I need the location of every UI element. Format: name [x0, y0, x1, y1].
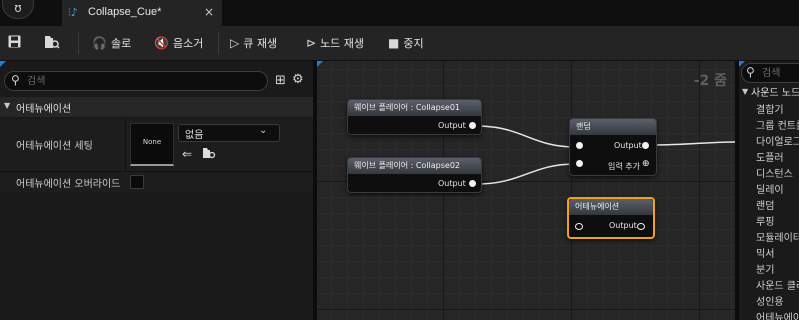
asset-thumbnail[interactable]: None	[130, 123, 174, 166]
browse-asset-icon[interactable]	[202, 147, 216, 162]
add-input-label[interactable]: 입력 추가	[608, 161, 640, 172]
details-panel: ⚲ ⊞ ⚙ ▼ 어테뉴에이션 어테뉴에이션 세팅 None 없음 ⌄ ⇐ 어테뉴…	[0, 61, 313, 320]
panel-corner-marker	[0, 61, 6, 67]
toolbar-divider	[218, 32, 219, 54]
toolbar: 🎧 솔로 🔇 음소거 ▷ 큐 재생 ⊳ 노드 재생 ■ 중지	[0, 26, 799, 61]
property-row-attenuation-override: 어테뉴에이션 오버라이드	[0, 172, 313, 192]
palette-item[interactable]: 분기	[756, 261, 774, 276]
wave-player-node-2[interactable]: 웨이브 플레이어 : Collapse02 Output	[347, 157, 482, 193]
palette-item[interactable]: 루핑	[756, 213, 774, 228]
palette-item[interactable]: 그룹 컨트롤	[756, 117, 799, 132]
palette-item[interactable]: 결합기	[756, 101, 784, 116]
palette-item[interactable]: 디스턴스	[756, 165, 793, 180]
play-node-label: 노드 재생	[320, 37, 365, 50]
pin-label: Output	[609, 221, 637, 230]
thumbnail-label: None	[142, 138, 162, 146]
save-button[interactable]	[8, 34, 25, 52]
title-bar: ʊ ⫶♪ Collapse_Cue* ×	[0, 0, 799, 26]
palette-item[interactable]: 믹서	[756, 245, 774, 260]
output-pin[interactable]	[469, 180, 476, 187]
property-label: 어테뉴에이션 세팅	[16, 141, 93, 152]
palette-item[interactable]: 딜레이	[756, 181, 784, 196]
asset-value: 없음	[185, 130, 204, 141]
table-view-icon[interactable]: ⊞	[275, 73, 286, 88]
play-node-icon: ⊳	[306, 36, 317, 50]
node-title: 어테뉴에이션	[569, 199, 653, 215]
chevron-down-icon: ⌄	[259, 125, 268, 136]
input-pin[interactable]	[576, 160, 583, 167]
stop-button[interactable]: ■ 중지	[388, 34, 424, 52]
solo-label: 솔로	[110, 37, 132, 50]
palette-item[interactable]: 도플러	[756, 149, 784, 164]
mute-label: 음소거	[172, 37, 204, 50]
mute-icon: 🔇	[154, 36, 169, 50]
input-pin[interactable]	[575, 223, 583, 230]
search-icon: ⚲	[746, 65, 755, 79]
palette-search[interactable]: ⚲	[741, 63, 799, 83]
toolbar-divider	[78, 32, 79, 54]
palette-item[interactable]: 모듈레이터	[756, 229, 799, 244]
palette-item[interactable]: 랜덤	[756, 197, 774, 212]
input-pin[interactable]	[576, 142, 583, 149]
pin-label: Output	[614, 141, 642, 150]
pin-label: Output	[438, 179, 466, 188]
palette-search-input[interactable]	[762, 66, 799, 80]
output-pin[interactable]	[642, 142, 649, 149]
gear-icon[interactable]: ⚙	[292, 72, 304, 87]
use-selected-asset-icon[interactable]: ⇐	[182, 147, 192, 161]
category-label: 어테뉴에이션	[16, 104, 72, 115]
asset-picker-dropdown[interactable]: 없음 ⌄	[178, 124, 280, 142]
wire-random-output	[652, 141, 735, 146]
search-icon: ⚲	[11, 73, 20, 87]
play-node-button[interactable]: ⊳ 노드 재생	[306, 34, 364, 52]
search-input[interactable]	[27, 74, 257, 88]
palette-panel: ⚲ ▼ 사운드 노드 결합기 그룹 컨트롤 다이얼로그 도플러 디스턴스 딜레이…	[739, 61, 799, 320]
palette-item[interactable]: 어테뉴에이션	[756, 309, 799, 320]
random-node[interactable]: 랜덤 Output 입력 추가 ⊕	[569, 118, 657, 176]
browse-button[interactable]	[44, 34, 64, 52]
attenuation-node[interactable]: 어테뉴에이션 Output	[567, 197, 655, 239]
wave-player-node-1[interactable]: 웨이브 플레이어 : Collapse01 Output	[347, 99, 482, 135]
collapse-arrow-icon[interactable]: ▼	[742, 87, 748, 96]
headphones-icon: 🎧	[92, 36, 107, 50]
palette-item[interactable]: 성인용	[756, 293, 784, 308]
output-pin[interactable]	[637, 223, 645, 230]
browse-icon	[44, 35, 60, 52]
palette-item[interactable]: 사운드 클래스	[756, 277, 799, 292]
property-label: 어테뉴에이션 오버라이드	[16, 179, 121, 190]
category-header-attenuation[interactable]: ▼ 어테뉴에이션	[0, 97, 313, 117]
add-pin-icon[interactable]: ⊕	[642, 159, 650, 169]
palette-item[interactable]: 다이얼로그	[756, 133, 799, 148]
save-icon	[8, 35, 21, 51]
node-title: 랜덤	[570, 119, 656, 135]
wire-player2-random	[476, 163, 576, 185]
stop-icon: ■	[388, 36, 400, 50]
cue-icon: ⫶♪	[68, 6, 78, 19]
tab-label: Collapse_Cue*	[88, 6, 162, 18]
play-icon: ▷	[230, 36, 240, 50]
node-title: 웨이브 플레이어 : Collapse02	[348, 158, 481, 174]
collapse-arrow-icon: ▼	[4, 101, 11, 110]
unreal-logo-icon[interactable]: ʊ	[2, 0, 34, 19]
override-checkbox[interactable]	[130, 175, 144, 189]
tab-collapse-cue[interactable]: ⫶♪ Collapse_Cue* ×	[62, 0, 222, 26]
palette-category[interactable]: 사운드 노드	[751, 84, 799, 99]
close-icon[interactable]: ×	[204, 5, 214, 19]
play-cue-label: 큐 재생	[243, 37, 278, 50]
sound-cue-graph[interactable]: -2 줌 웨이브 플레이어 : Collapse01 Output 웨이브 플레…	[317, 61, 735, 320]
play-cue-button[interactable]: ▷ 큐 재생	[230, 34, 277, 52]
stop-label: 중지	[403, 37, 424, 50]
wire-player1-random	[476, 125, 576, 148]
output-pin[interactable]	[469, 122, 476, 129]
mute-button[interactable]: 🔇 음소거	[154, 34, 203, 52]
details-search[interactable]: ⚲	[4, 71, 268, 91]
pin-label: Output	[438, 121, 466, 130]
node-title: 웨이브 플레이어 : Collapse01	[348, 100, 481, 116]
solo-button[interactable]: 🎧 솔로	[92, 34, 131, 52]
